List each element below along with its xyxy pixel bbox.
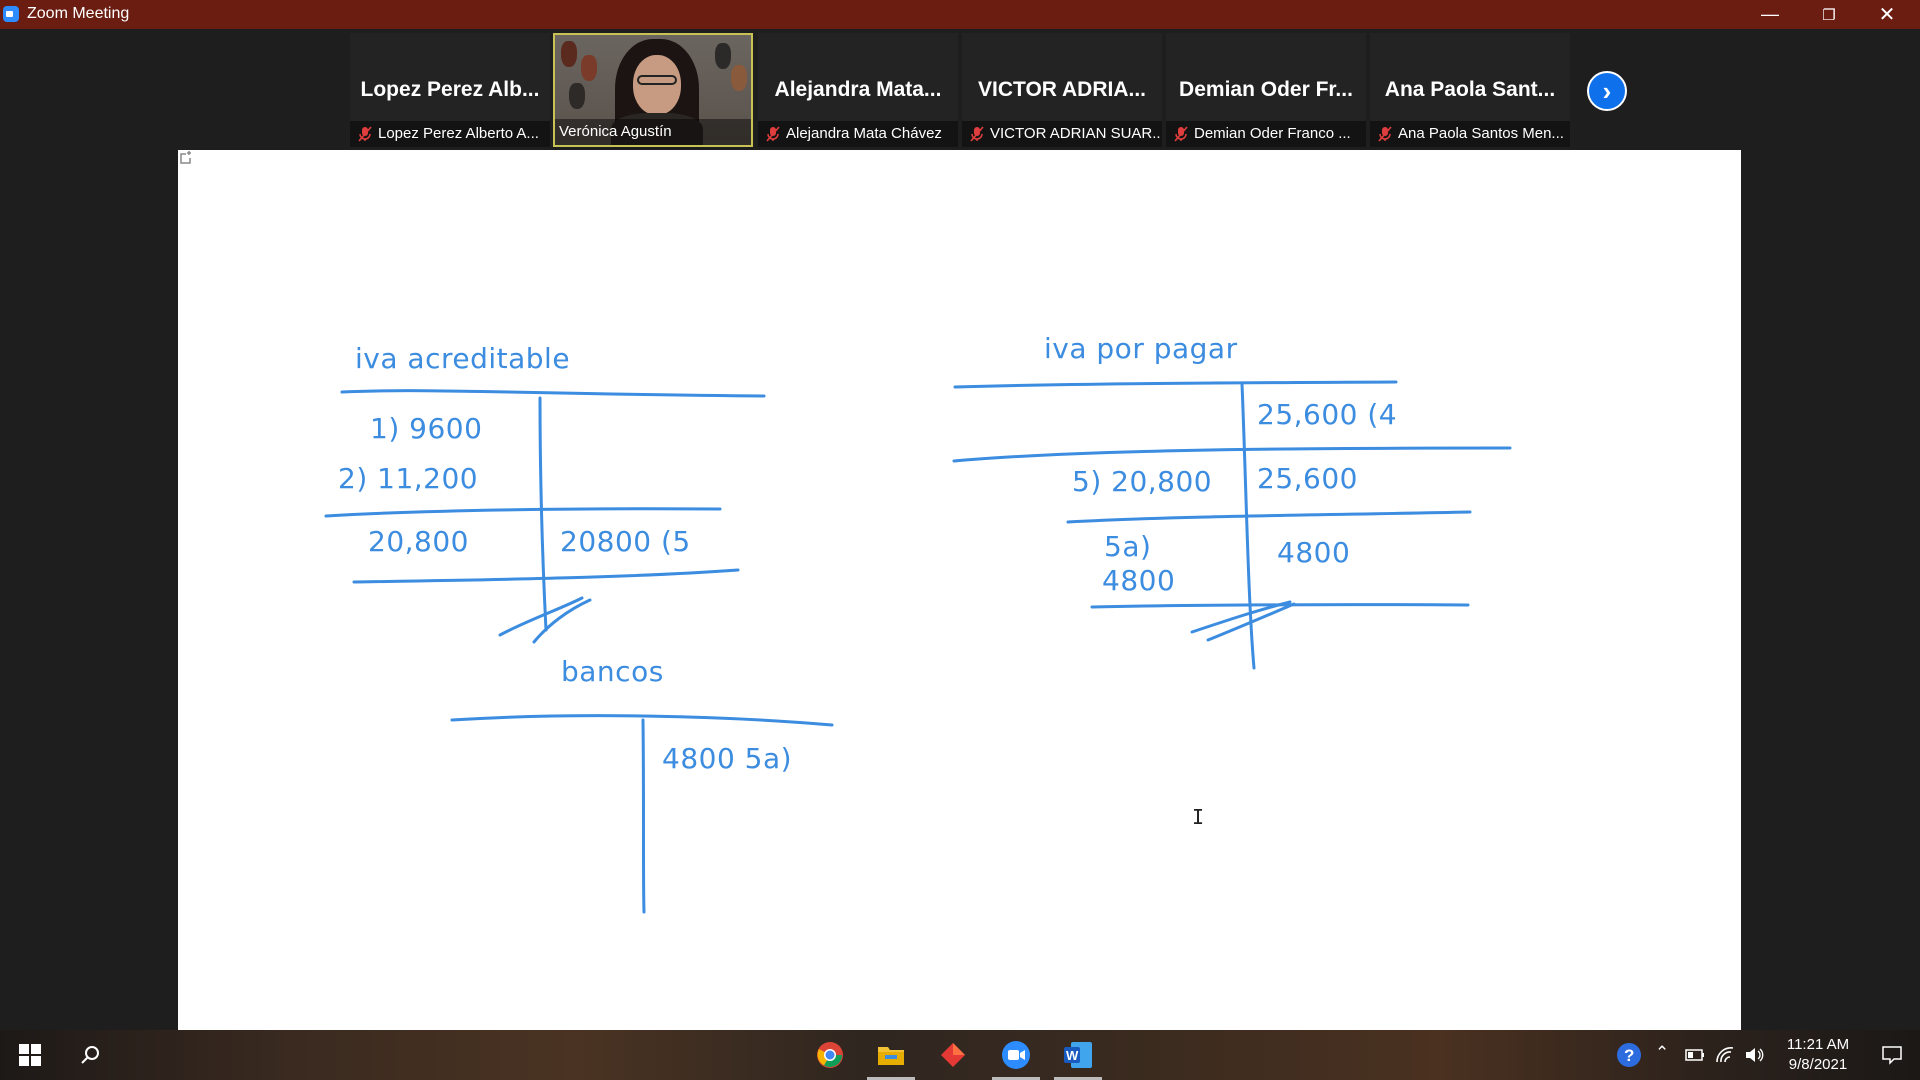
- ink-line: [953, 380, 1398, 389]
- credit-entry: 25,600 (4: [1257, 398, 1398, 431]
- file-explorer-icon[interactable]: [863, 1030, 919, 1080]
- window-title: Zoom Meeting: [27, 5, 130, 22]
- zoom-icon[interactable]: [988, 1030, 1044, 1080]
- minimize-button[interactable]: —: [1741, 0, 1799, 29]
- wall-mask: [731, 65, 747, 91]
- account-title-bancos: bancos: [561, 655, 664, 688]
- participant-name: Alejandra Mata...: [774, 78, 942, 101]
- ink-line: [641, 718, 646, 914]
- svg-text:W: W: [1066, 1048, 1079, 1063]
- muted-mic-icon: [970, 126, 984, 142]
- muted-mic-icon: [358, 126, 372, 142]
- participant-tile[interactable]: Alejandra Mata... Alejandra Mata Chávez: [758, 33, 958, 147]
- ink-line: [1066, 510, 1472, 524]
- wall-mask: [581, 55, 597, 81]
- ink-line: [952, 446, 1512, 463]
- participant-label: Alejandra Mata Chávez: [758, 121, 958, 147]
- credit-entry: 20800 (5: [560, 525, 691, 558]
- muted-mic-icon: [766, 126, 780, 142]
- chevron-up-icon[interactable]: ⌃: [1655, 1043, 1669, 1063]
- credit-entry: 4800: [1277, 536, 1351, 569]
- next-participants-button[interactable]: ›: [1587, 71, 1627, 111]
- wall-mask: [569, 83, 585, 109]
- wifi-icon[interactable]: [1715, 1046, 1735, 1064]
- participant-label-text: Alejandra Mata Chávez: [786, 125, 942, 142]
- svg-text:?: ?: [1624, 1046, 1634, 1065]
- whiteboard-canvas[interactable]: iva acreditable 1) 9600 2) 11,200 20,800…: [178, 150, 1741, 1030]
- participant-label: Demian Oder Franco ...: [1166, 121, 1366, 147]
- participant-video-tile[interactable]: Verónica Agustín: [553, 33, 753, 147]
- participant-name: Lopez Perez Alb...: [360, 78, 540, 101]
- zoom-app-icon: [3, 6, 19, 22]
- participant-label-text: Ana Paola Santos Men...: [1398, 125, 1564, 142]
- word-icon[interactable]: W: [1050, 1030, 1106, 1080]
- board-action-icon[interactable]: [178, 150, 194, 166]
- battery-icon[interactable]: [1685, 1048, 1705, 1062]
- participant-tile[interactable]: Lopez Perez Alb... Lopez Perez Alberto A…: [350, 33, 550, 147]
- title-bar: Zoom Meeting — ❐ ✕: [0, 0, 1920, 29]
- system-clock[interactable]: 11:21 AM 9/8/2021: [1770, 1035, 1866, 1075]
- ink-line: [324, 507, 722, 518]
- participant-name: Demian Oder Fr...: [1179, 78, 1353, 101]
- wall-mask: [561, 41, 577, 67]
- notification-center-icon[interactable]: [1864, 1030, 1920, 1080]
- clock-date: 9/8/2021: [1788, 1056, 1848, 1073]
- volume-icon[interactable]: [1744, 1046, 1764, 1064]
- restore-button[interactable]: ❐: [1800, 0, 1858, 29]
- participant-label-text: VICTOR ADRIAN SUAR...: [990, 125, 1162, 142]
- participant-label: Ana Paola Santos Men...: [1370, 121, 1570, 147]
- credit-entry: 4800 5a): [662, 742, 793, 775]
- whiteboard-ink: [324, 380, 1512, 914]
- participant-name: Ana Paola Sant...: [1384, 78, 1556, 101]
- help-icon[interactable]: ?: [1601, 1030, 1657, 1080]
- participant-tile[interactable]: Demian Oder Fr... Demian Oder Franco ...: [1166, 33, 1366, 147]
- ink-line: [340, 389, 766, 398]
- muted-mic-icon: [1378, 126, 1392, 142]
- debit-entry: 2) 11,200: [338, 462, 479, 495]
- close-button[interactable]: ✕: [1858, 0, 1916, 29]
- debit-entry: 4800: [1102, 564, 1176, 597]
- account-title-iva-acreditable: iva acreditable: [355, 342, 571, 375]
- account-title-iva-por-pagar: iva por pagar: [1044, 332, 1238, 365]
- participant-name: VICTOR ADRIA...: [977, 78, 1146, 101]
- text-cursor-icon: I: [1192, 805, 1205, 829]
- ink-line: [538, 396, 548, 632]
- participant-label: Verónica Agustín: [555, 119, 751, 145]
- chrome-icon[interactable]: [802, 1030, 858, 1080]
- search-icon[interactable]: [62, 1030, 118, 1080]
- participant-label-text: Verónica Agustín: [559, 123, 672, 140]
- app-red-icon[interactable]: [925, 1030, 981, 1080]
- participant-strip: Lopez Perez Alb... Lopez Perez Alberto A…: [0, 29, 1920, 150]
- participant-label-text: Demian Oder Franco ...: [1194, 125, 1351, 142]
- participant-label: Lopez Perez Alberto A...: [350, 121, 550, 147]
- ink-line: [352, 568, 740, 584]
- taskbar: W ? ⌃ 11:21 AM 9/8/2021: [0, 1030, 1920, 1080]
- participant-face: [633, 55, 681, 115]
- clock-time: 11:21 AM: [1786, 1036, 1850, 1053]
- participant-label-text: Lopez Perez Alberto A...: [378, 125, 539, 142]
- participant-tile[interactable]: VICTOR ADRIA... VICTOR ADRIAN SUAR...: [962, 33, 1162, 147]
- glasses: [637, 75, 677, 85]
- wall-mask: [715, 43, 731, 69]
- credit-entry: 25,600: [1257, 462, 1358, 495]
- muted-mic-icon: [1174, 126, 1188, 142]
- debit-entry-label: 5a): [1104, 530, 1152, 563]
- debit-total: 20,800: [368, 525, 469, 558]
- debit-entry: 1) 9600: [370, 412, 483, 445]
- debit-entry: 5) 20,800: [1072, 465, 1213, 498]
- start-windows-icon[interactable]: [2, 1030, 58, 1080]
- participant-label: VICTOR ADRIAN SUAR...: [962, 121, 1162, 147]
- ink-line: [498, 596, 584, 637]
- participant-tile[interactable]: Ana Paola Sant... Ana Paola Santos Men..…: [1370, 33, 1570, 147]
